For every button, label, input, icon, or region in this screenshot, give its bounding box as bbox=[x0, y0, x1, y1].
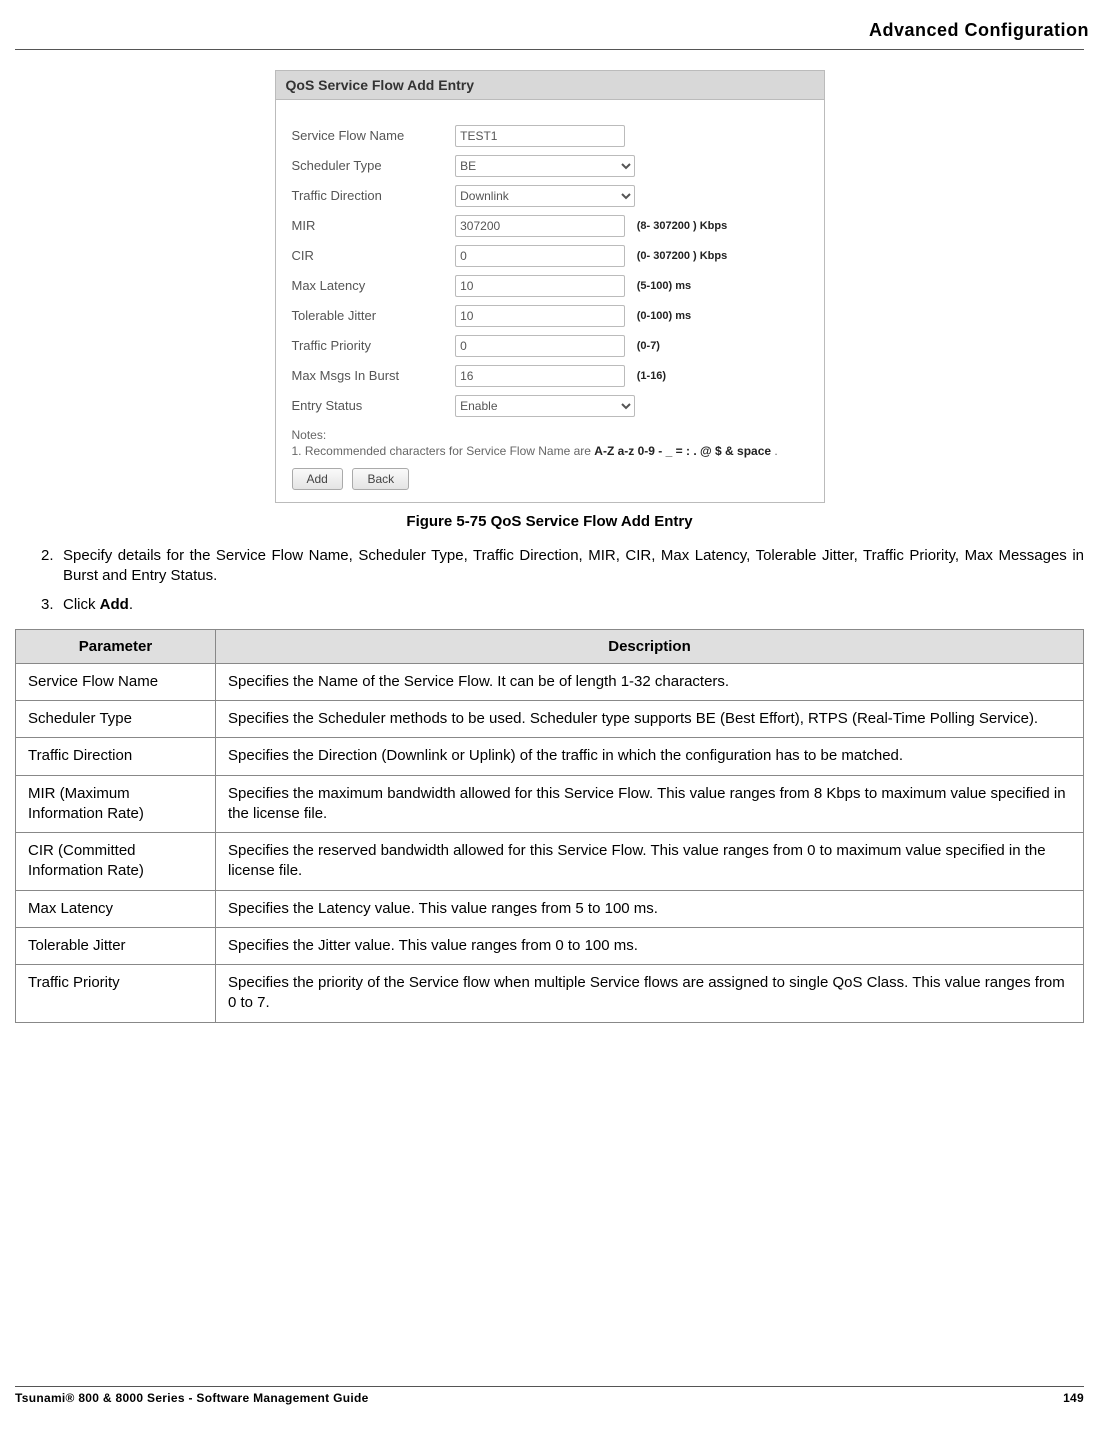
hint-cir: (0- 307200 ) Kbps bbox=[637, 241, 727, 271]
cell-desc: Specifies the priority of the Service fl… bbox=[216, 965, 1084, 1023]
label-entry-status: Entry Status bbox=[292, 391, 452, 421]
cell-desc: Specifies the Name of the Service Flow. … bbox=[216, 663, 1084, 700]
step-3-bold: Add bbox=[100, 596, 129, 613]
input-max-msgs-in-burst[interactable] bbox=[455, 365, 625, 387]
notes-mid: are bbox=[570, 444, 594, 458]
input-traffic-priority[interactable] bbox=[455, 335, 625, 357]
step-3-suffix: . bbox=[129, 596, 133, 613]
input-cir[interactable] bbox=[455, 245, 625, 267]
cell-param: Traffic Priority bbox=[16, 965, 216, 1023]
qos-add-entry-panel: QoS Service Flow Add Entry Service Flow … bbox=[275, 70, 825, 503]
footer-left: Tsunami® 800 & 8000 Series - Software Ma… bbox=[15, 1391, 369, 1405]
hint-max-msgs-in-burst: (1-16) bbox=[637, 361, 666, 391]
notes-suffix: . bbox=[771, 444, 778, 458]
label-traffic-direction: Traffic Direction bbox=[292, 181, 452, 211]
input-tolerable-jitter[interactable] bbox=[455, 305, 625, 327]
hint-traffic-priority: (0-7) bbox=[637, 331, 660, 361]
step-2-text: Specify details for the Service Flow Nam… bbox=[63, 547, 1084, 584]
figure-caption: Figure 5-75 QoS Service Flow Add Entry bbox=[0, 513, 1099, 530]
footer-rule bbox=[15, 1386, 1084, 1387]
step-3-num: 3. bbox=[41, 595, 63, 615]
cell-desc: Specifies the maximum bandwidth allowed … bbox=[216, 775, 1084, 833]
input-service-flow-name[interactable] bbox=[455, 125, 625, 147]
table-row: Scheduler TypeSpecifies the Scheduler me… bbox=[16, 701, 1084, 738]
cell-desc: Specifies the Latency value. This value … bbox=[216, 890, 1084, 927]
cell-param: Tolerable Jitter bbox=[16, 927, 216, 964]
cell-param: Service Flow Name bbox=[16, 663, 216, 700]
hint-mir: (8- 307200 ) Kbps bbox=[637, 211, 727, 241]
table-row: Traffic DirectionSpecifies the Direction… bbox=[16, 738, 1084, 775]
hint-tolerable-jitter: (0-100) ms bbox=[637, 301, 691, 331]
page-header-title: Advanced Configuration bbox=[0, 20, 1099, 49]
input-max-latency[interactable] bbox=[455, 275, 625, 297]
notes-bold: A-Z a-z 0-9 - _ = : . @ $ & space bbox=[594, 444, 771, 458]
label-scheduler-type: Scheduler Type bbox=[292, 151, 452, 181]
cell-param: Max Latency bbox=[16, 890, 216, 927]
step-2: 2.Specify details for the Service Flow N… bbox=[15, 546, 1084, 587]
header-rule bbox=[15, 49, 1084, 50]
notes-prefix: 1. Recommended characters for bbox=[292, 444, 467, 458]
notes-param: Service Flow Name bbox=[466, 444, 570, 458]
table-row: MIR (Maximum Information Rate)Specifies … bbox=[16, 775, 1084, 833]
step-2-num: 2. bbox=[41, 546, 63, 566]
notes-label: Notes: bbox=[292, 428, 808, 442]
cell-desc: Specifies the Direction (Downlink or Upl… bbox=[216, 738, 1084, 775]
cell-desc: Specifies the Jitter value. This value r… bbox=[216, 927, 1084, 964]
select-entry-status[interactable]: Enable bbox=[455, 395, 635, 417]
th-parameter: Parameter bbox=[16, 629, 216, 663]
cell-desc: Specifies the Scheduler methods to be us… bbox=[216, 701, 1084, 738]
table-row: CIR (Committed Information Rate)Specifie… bbox=[16, 833, 1084, 891]
parameter-table: Parameter Description Service Flow NameS… bbox=[15, 629, 1084, 1023]
label-mir: MIR bbox=[292, 211, 452, 241]
step-3-prefix: Click bbox=[63, 596, 100, 613]
label-traffic-priority: Traffic Priority bbox=[292, 331, 452, 361]
hint-max-latency: (5-100) ms bbox=[637, 271, 691, 301]
cell-param: CIR (Committed Information Rate) bbox=[16, 833, 216, 891]
label-max-latency: Max Latency bbox=[292, 271, 452, 301]
notes-text: 1. Recommended characters for Service Fl… bbox=[292, 442, 808, 460]
table-row: Tolerable JitterSpecifies the Jitter val… bbox=[16, 927, 1084, 964]
select-traffic-direction[interactable]: Downlink bbox=[455, 185, 635, 207]
input-mir[interactable] bbox=[455, 215, 625, 237]
cell-desc: Specifies the reserved bandwidth allowed… bbox=[216, 833, 1084, 891]
page-footer: Tsunami® 800 & 8000 Series - Software Ma… bbox=[15, 1378, 1084, 1405]
step-3: 3.Click Add. bbox=[15, 595, 1084, 615]
panel-title: QoS Service Flow Add Entry bbox=[276, 71, 824, 100]
back-button[interactable]: Back bbox=[352, 468, 409, 490]
footer-page-number: 149 bbox=[1063, 1391, 1084, 1405]
cell-param: MIR (Maximum Information Rate) bbox=[16, 775, 216, 833]
add-button[interactable]: Add bbox=[292, 468, 343, 490]
cell-param: Traffic Direction bbox=[16, 738, 216, 775]
label-service-flow-name: Service Flow Name bbox=[292, 121, 452, 151]
table-row: Traffic PrioritySpecifies the priority o… bbox=[16, 965, 1084, 1023]
label-cir: CIR bbox=[292, 241, 452, 271]
select-scheduler-type[interactable]: BE bbox=[455, 155, 635, 177]
label-tolerable-jitter: Tolerable Jitter bbox=[292, 301, 452, 331]
label-max-msgs-in-burst: Max Msgs In Burst bbox=[292, 361, 452, 391]
th-description: Description bbox=[216, 629, 1084, 663]
cell-param: Scheduler Type bbox=[16, 701, 216, 738]
table-row: Service Flow NameSpecifies the Name of t… bbox=[16, 663, 1084, 700]
table-row: Max LatencySpecifies the Latency value. … bbox=[16, 890, 1084, 927]
